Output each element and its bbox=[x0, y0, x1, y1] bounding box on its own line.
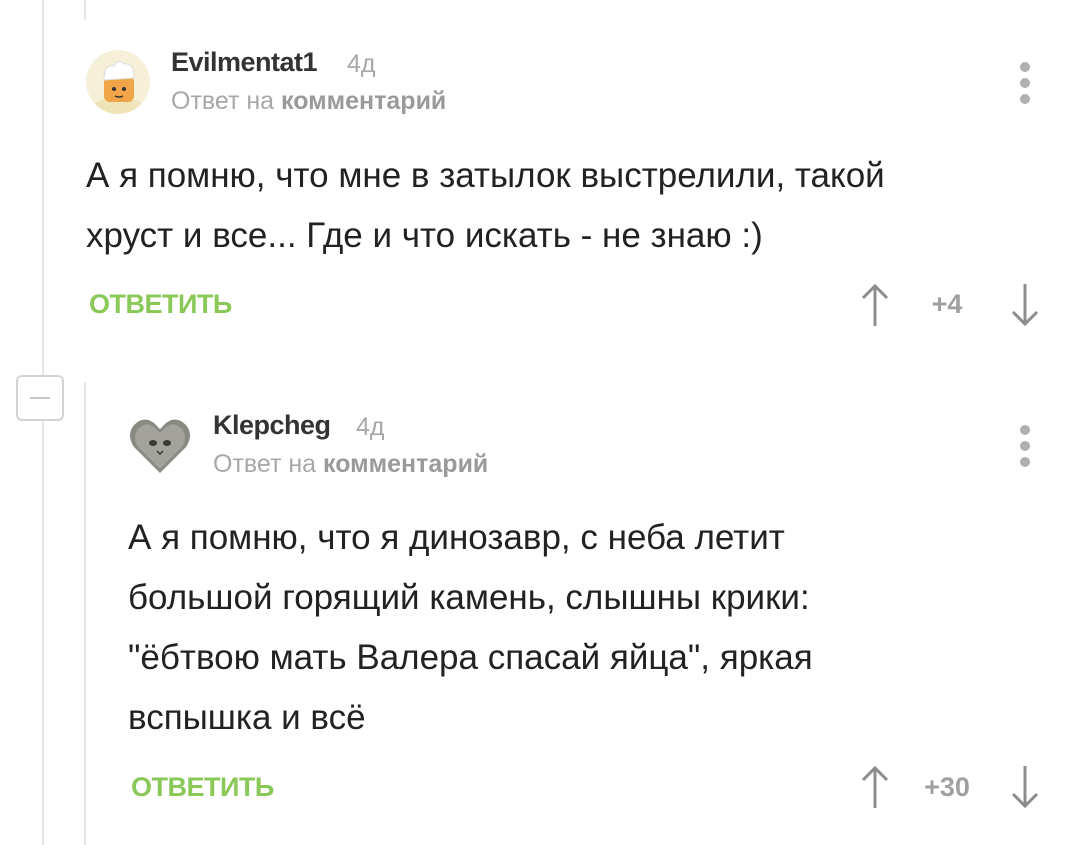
cat-heart-avatar-icon bbox=[130, 419, 190, 473]
comment-time: 4д bbox=[347, 50, 376, 78]
reply-to-line: Ответ на комментарий bbox=[213, 450, 488, 479]
thread-line-top bbox=[84, 0, 86, 20]
comment-text-line: "ёбтвою мать Валера спасай яйца", яркая bbox=[128, 638, 813, 677]
reply-to-prefix: Ответ на bbox=[213, 450, 317, 478]
avatar[interactable] bbox=[86, 50, 150, 114]
comment-text-line: А я помню, что мне в затылок выстрелили,… bbox=[86, 156, 885, 195]
reply-to-link[interactable]: комментарий bbox=[281, 87, 446, 115]
reply-to-line: Ответ на комментарий bbox=[171, 87, 446, 116]
minus-icon bbox=[30, 397, 50, 399]
downvote-arrow-icon[interactable] bbox=[1010, 764, 1040, 810]
more-options-icon[interactable] bbox=[1018, 425, 1032, 469]
more-options-icon[interactable] bbox=[1018, 62, 1032, 106]
upvote-arrow-icon[interactable] bbox=[860, 764, 890, 810]
chef-avatar-icon bbox=[86, 50, 150, 114]
comment-text-line: вспышка и всё bbox=[128, 698, 366, 737]
comment-time: 4д bbox=[356, 413, 385, 441]
comment-text-line: хруст и все... Где и что искать - не зна… bbox=[86, 216, 763, 255]
comment-text-line: большой горящий камень, слышны крики: bbox=[128, 578, 810, 617]
comment-rating: +30 bbox=[924, 772, 970, 802]
reply-button[interactable]: ОТВЕТИТЬ bbox=[89, 289, 232, 320]
reply-to-link[interactable]: комментарий bbox=[323, 450, 488, 478]
comment-text-line: А я помню, что я динозавр, с неба летит bbox=[128, 518, 785, 557]
upvote-arrow-icon[interactable] bbox=[860, 282, 890, 328]
author-name[interactable]: Evilmentat1 bbox=[171, 47, 318, 78]
thread-line-root bbox=[42, 0, 44, 845]
thread-line-nested bbox=[84, 382, 86, 845]
reply-button[interactable]: ОТВЕТИТЬ bbox=[131, 772, 274, 803]
comment-text: А я помню, что я динозавр, с неба летит … bbox=[128, 508, 813, 748]
reply-to-prefix: Ответ на bbox=[171, 87, 275, 115]
comment-text: А я помню, что мне в затылок выстрелили,… bbox=[86, 146, 885, 266]
author-name[interactable]: Klepcheg bbox=[213, 410, 331, 441]
comment-rating: +4 bbox=[931, 289, 963, 319]
collapse-thread-button[interactable] bbox=[16, 375, 64, 421]
downvote-arrow-icon[interactable] bbox=[1010, 282, 1040, 328]
avatar[interactable] bbox=[128, 413, 192, 477]
